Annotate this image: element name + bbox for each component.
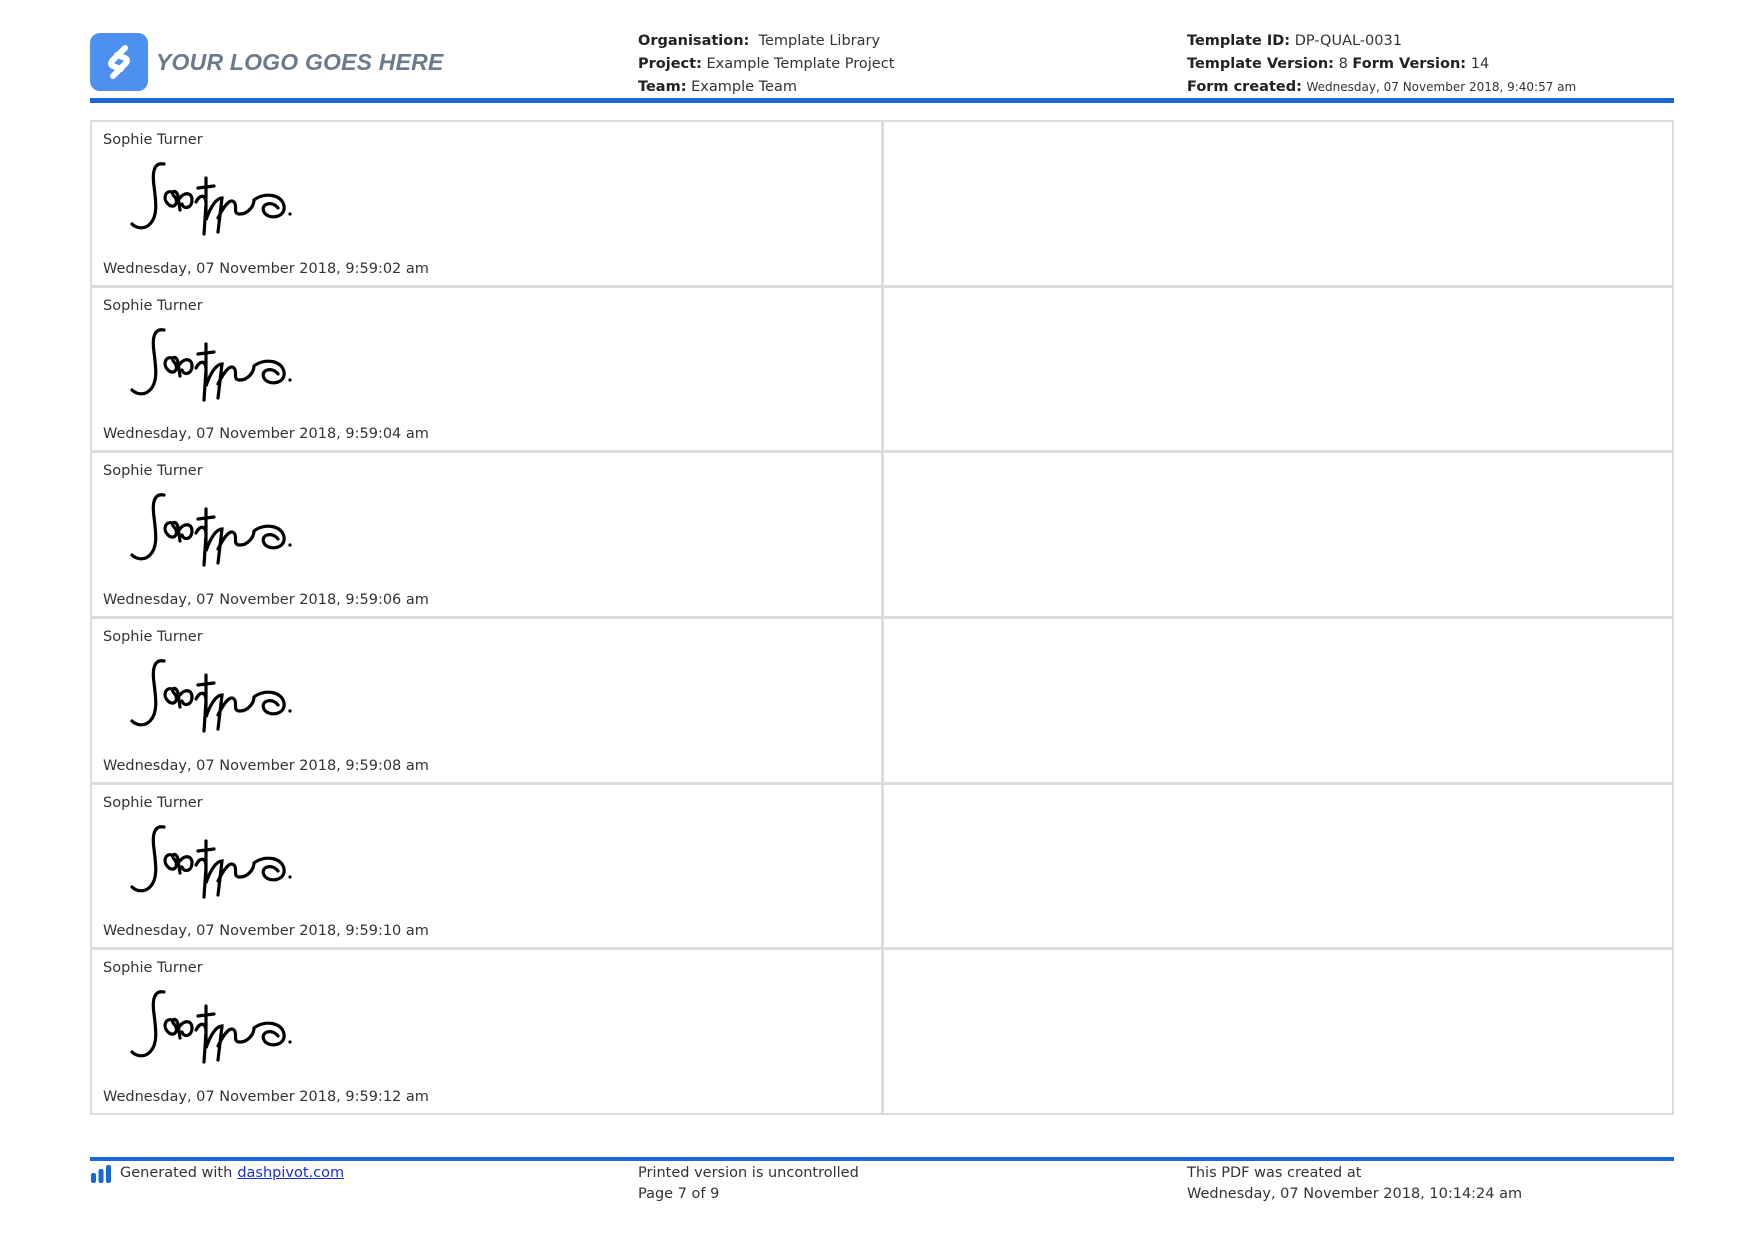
page-header: YOUR LOGO GOES HERE Organisation: Templa… (90, 28, 1674, 98)
signer-name: Sophie Turner (103, 794, 203, 811)
footer-divider (90, 1157, 1674, 1161)
project-value: Example Template Project (706, 56, 895, 72)
company-logo: YOUR LOGO GOES HERE (90, 33, 444, 91)
pdf-created-label: This PDF was created at (1187, 1165, 1362, 1181)
signature-timestamp: Wednesday, 07 November 2018, 9:59:12 am (103, 1089, 429, 1105)
signature-timestamp: Wednesday, 07 November 2018, 9:59:04 am (103, 426, 429, 443)
pdf-created-timestamp: Wednesday, 07 November 2018, 10:14:24 am (1187, 1186, 1523, 1202)
template-version-label: Template Version: (1187, 56, 1334, 72)
signature-image (130, 990, 294, 1064)
form-created-label: Form created: (1187, 79, 1302, 95)
empty-cell (883, 287, 1672, 451)
logo-s-icon (90, 33, 148, 91)
print-info: Printed version is uncontrolled Page 7 o… (638, 1163, 859, 1205)
uncontrolled-notice: Printed version is uncontrolled (638, 1165, 859, 1181)
generated-with: Generated with dashpivot.com (90, 1163, 344, 1184)
template-id-line: Template ID: DP-QUAL-0031 (1187, 30, 1576, 53)
organisation-label: Organisation: (638, 33, 750, 49)
signature-cell: Sophie Turner Wednesday, 07 November 201… (92, 122, 881, 285)
signer-name: Sophie Turner (103, 463, 203, 480)
dashpivot-bars-icon (91, 1164, 111, 1183)
signature-image (130, 659, 294, 733)
version-line: Template Version: 8 Form Version: 14 (1187, 53, 1576, 76)
pdf-created-info: This PDF was created at Wednesday, 07 No… (1187, 1163, 1522, 1205)
empty-cell (883, 122, 1672, 285)
empty-cell (883, 950, 1672, 1113)
signer-name: Sophie Turner (103, 297, 203, 314)
header-project-info: Organisation: Template Library Project: … (638, 30, 894, 99)
team-label: Team: (638, 79, 687, 95)
signature-timestamp: Wednesday, 07 November 2018, 9:59:06 am (103, 592, 429, 608)
page-footer: Generated with dashpivot.com Printed ver… (90, 1163, 1674, 1213)
signature-cell: Sophie Turner Wednesday, 07 November 201… (92, 619, 881, 782)
form-created-line: Form created: Wednesday, 07 November 201… (1187, 76, 1576, 99)
signature-cell: Sophie Turner Wednesday, 07 November 201… (92, 950, 881, 1113)
signature-image (130, 327, 294, 402)
signer-name: Sophie Turner (103, 960, 203, 977)
template-id-value: DP-QUAL-0031 (1294, 33, 1402, 49)
empty-cell (883, 453, 1672, 616)
signer-name: Sophie Turner (103, 132, 203, 148)
signature-timestamp: Wednesday, 07 November 2018, 9:59:08 am (103, 757, 429, 774)
template-id-label: Template ID: (1187, 33, 1291, 49)
signature-cell: Sophie Turner Wednesday, 07 November 201… (92, 287, 881, 451)
signature-table: Sophie Turner Wednesday, 07 November 201… (90, 120, 1674, 1115)
empty-cell (883, 784, 1672, 948)
team-line: Team: Example Team (638, 76, 894, 99)
signature-image (130, 493, 294, 567)
organisation-line: Organisation: Template Library (638, 30, 894, 53)
generated-text: Generated with (120, 1165, 233, 1181)
signature-timestamp: Wednesday, 07 November 2018, 9:59:02 am (103, 260, 429, 277)
form-created-value: Wednesday, 07 November 2018, 9:40:57 am (1306, 80, 1577, 94)
signature-cell: Sophie Turner Wednesday, 07 November 201… (92, 453, 881, 616)
form-version-value: 14 (1470, 56, 1490, 72)
template-version-value: 8 (1338, 56, 1348, 72)
header-divider (90, 98, 1674, 103)
signature-image (130, 162, 294, 236)
project-label: Project: (638, 56, 702, 72)
signature-image (130, 824, 294, 899)
signature-cell: Sophie Turner Wednesday, 07 November 201… (92, 784, 881, 948)
signature-timestamp: Wednesday, 07 November 2018, 9:59:10 am (103, 923, 429, 940)
empty-cell (883, 619, 1672, 782)
logo-text: YOUR LOGO GOES HERE (156, 48, 444, 75)
team-value: Example Team (691, 79, 797, 95)
form-version-label: Form Version: (1352, 56, 1467, 72)
signer-name: Sophie Turner (103, 629, 203, 645)
dashpivot-link[interactable]: dashpivot.com (237, 1163, 344, 1184)
page-number: Page 7 of 9 (638, 1186, 720, 1202)
organisation-value: Template Library (758, 33, 881, 49)
project-line: Project: Example Template Project (638, 53, 894, 76)
header-template-info: Template ID: DP-QUAL-0031 Template Versi… (1187, 30, 1576, 99)
